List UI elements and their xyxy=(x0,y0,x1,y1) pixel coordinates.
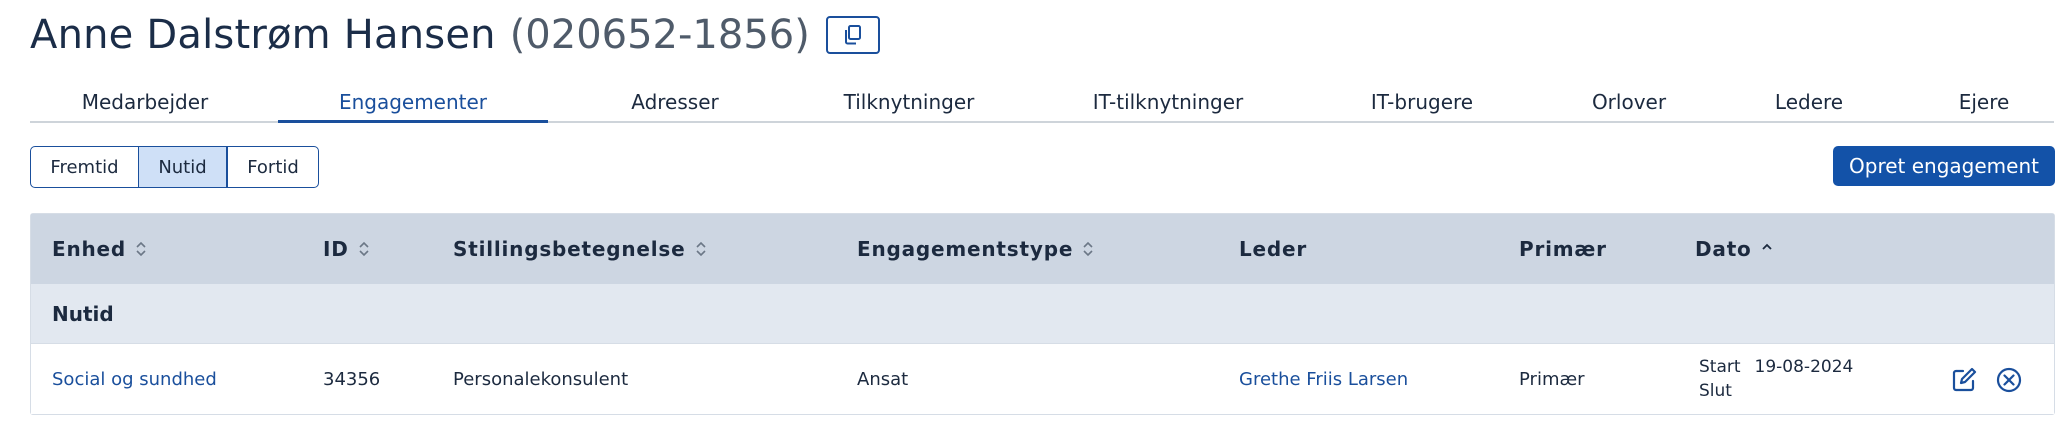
tab-it-brugere[interactable]: IT-brugere xyxy=(1320,83,1524,121)
terminate-button[interactable] xyxy=(1994,365,2024,395)
column-label-primaer: Primær xyxy=(1519,237,1607,261)
column-label-leder: Leder xyxy=(1239,237,1308,261)
column-header-primaer: Primær xyxy=(1519,214,1607,284)
start-date-line: Start 19-08-2024 xyxy=(1699,355,1853,379)
enhed-link[interactable]: Social og sundhed xyxy=(52,344,217,414)
column-label-dato: Dato xyxy=(1695,237,1752,261)
column-label-enhed: Enhed xyxy=(52,237,127,261)
engagements-page: Anne Dalstrøm Hansen (020652-1856) Medar… xyxy=(0,0,2067,433)
column-label-engagementstype: Engagementstype xyxy=(857,237,1074,261)
sort-icon xyxy=(136,241,146,257)
engagementstype: Ansat xyxy=(857,368,909,390)
leder-link[interactable]: Grethe Friis Larsen xyxy=(1239,344,1408,414)
create-engagement-button[interactable]: Opret engagement xyxy=(1833,146,2055,186)
sort-icon xyxy=(359,241,369,257)
edit-icon xyxy=(1952,367,1977,392)
table-row: Social og sundhed 34356 Personalekonsule… xyxy=(31,344,2054,414)
filter-nutid-button[interactable]: Nutid xyxy=(139,146,227,188)
column-header-dato[interactable]: Dato xyxy=(1695,214,1772,284)
sort-icon xyxy=(1083,241,1093,257)
filter-fremtid-button[interactable]: Fremtid xyxy=(30,146,139,188)
tab-orlover[interactable]: Orlover xyxy=(1554,83,1704,121)
column-header-leder: Leder xyxy=(1239,214,1307,284)
date-cell: Start 19-08-2024 Slut xyxy=(1699,355,1853,403)
tab-ledere[interactable]: Ledere xyxy=(1734,83,1884,121)
edit-button[interactable] xyxy=(1949,365,1979,395)
page-title-row: Anne Dalstrøm Hansen (020652-1856) xyxy=(30,12,880,58)
tab-bar: Medarbejder Engagementer Adresser Tilkny… xyxy=(30,83,2054,123)
table-header: Enhed ID Stillingsbetegnelse Engagements… xyxy=(31,214,2054,284)
page-title: Anne Dalstrøm Hansen xyxy=(30,12,496,58)
stillingsbetegnelse: Personalekonsulent xyxy=(453,368,629,390)
time-filter-toggle: Fremtid Nutid Fortid xyxy=(30,146,319,188)
primaer-value: Primær xyxy=(1519,368,1585,390)
tab-ejere[interactable]: Ejere xyxy=(1914,83,2054,121)
column-header-engagementstype[interactable]: Engagementstype xyxy=(857,214,1093,284)
tab-engagementer[interactable]: Engagementer xyxy=(278,83,548,123)
cpr-number: (020652-1856) xyxy=(509,12,810,58)
group-row-nutid: Nutid xyxy=(31,284,2054,344)
end-label: Slut xyxy=(1699,381,1732,401)
column-label-stillingsbetegnelse: Stillingsbetegnelse xyxy=(453,237,686,261)
engagements-table: Enhed ID Stillingsbetegnelse Engagements… xyxy=(30,213,2055,415)
column-label-id: ID xyxy=(323,237,349,261)
tab-tilknytninger[interactable]: Tilknytninger xyxy=(802,83,1016,121)
start-label: Start xyxy=(1699,357,1741,377)
filter-fortid-button[interactable]: Fortid xyxy=(227,146,319,188)
sort-icon xyxy=(695,241,706,257)
close-circle-icon xyxy=(1996,367,2022,393)
tab-medarbejder[interactable]: Medarbejder xyxy=(70,83,220,121)
column-header-id[interactable]: ID xyxy=(323,214,369,284)
engagement-id: 34356 xyxy=(323,368,381,390)
copy-button[interactable] xyxy=(825,16,880,54)
sort-ascending-icon xyxy=(1761,241,1772,257)
tab-adresser[interactable]: Adresser xyxy=(578,83,772,121)
tab-it-tilknytninger[interactable]: IT-tilknytninger xyxy=(1046,83,1290,121)
end-date-line: Slut xyxy=(1699,379,1853,403)
group-label: Nutid xyxy=(52,301,114,326)
column-header-stillingsbetegnelse[interactable]: Stillingsbetegnelse xyxy=(453,214,706,284)
start-date: 19-08-2024 xyxy=(1754,357,1854,377)
copy-icon xyxy=(844,25,861,45)
column-header-enhed[interactable]: Enhed xyxy=(52,214,146,284)
